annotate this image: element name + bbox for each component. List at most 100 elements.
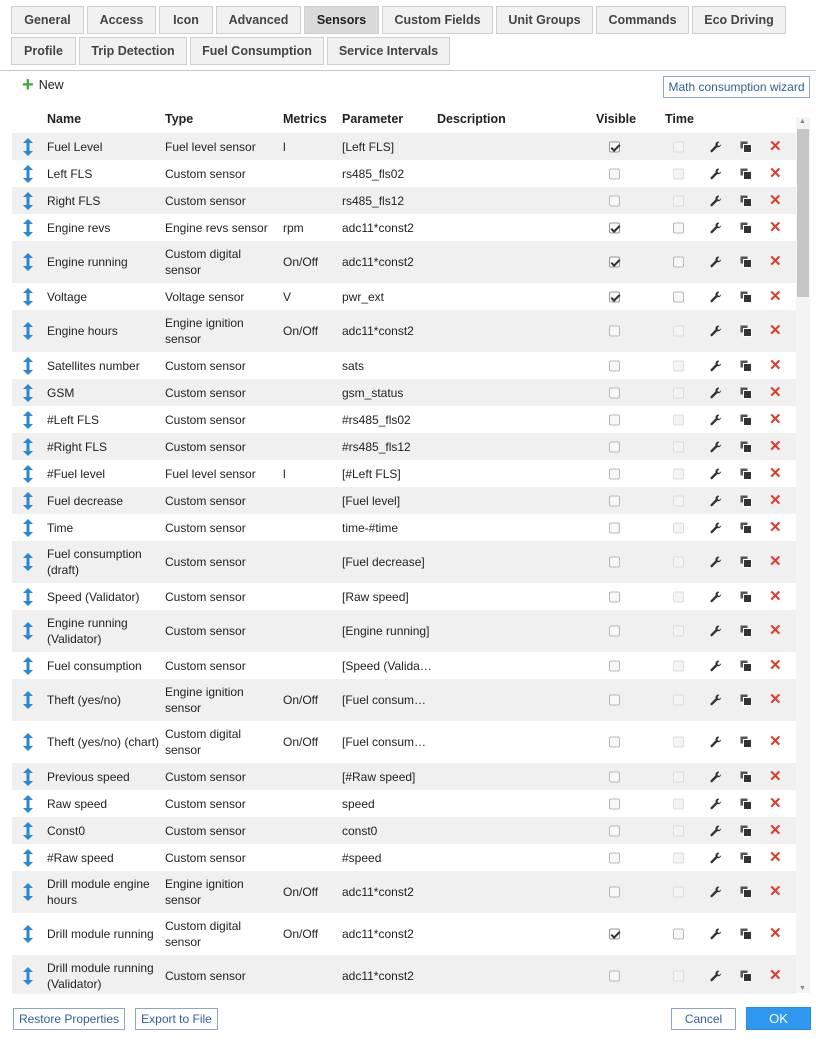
visible-checkbox[interactable] [609, 694, 620, 706]
time-checkbox[interactable] [673, 928, 684, 940]
drag-handle-icon[interactable] [21, 191, 35, 210]
scroll-down-icon[interactable]: ▼ [799, 985, 806, 992]
column-header-metrics[interactable]: Metrics [283, 112, 327, 126]
copy-icon[interactable] [740, 360, 752, 372]
table-row[interactable]: Time Custom sensor time-#time ✕ [12, 514, 796, 541]
wrench-icon[interactable] [710, 140, 722, 153]
wrench-icon[interactable] [710, 256, 722, 268]
copy-icon[interactable] [740, 168, 752, 180]
copy-icon[interactable] [740, 441, 752, 453]
tab-service-intervals[interactable]: Service Intervals [327, 37, 450, 65]
drag-handle-icon[interactable] [21, 464, 35, 483]
ok-button[interactable]: OK [746, 1007, 811, 1030]
drag-handle-icon[interactable] [21, 322, 35, 340]
wrench-icon[interactable] [710, 521, 722, 534]
wrench-icon[interactable] [710, 290, 722, 303]
table-row[interactable]: Fuel Level Fuel level sensor l [Left FLS] ✕ [12, 133, 796, 160]
wrench-icon[interactable] [710, 556, 722, 568]
copy-icon[interactable] [740, 591, 752, 603]
copy-icon[interactable] [740, 660, 752, 672]
wrench-icon[interactable] [710, 625, 722, 637]
copy-icon[interactable] [740, 556, 752, 568]
visible-checkbox[interactable] [609, 852, 620, 863]
table-row[interactable]: Engine revs Engine revs sensor rpm adc11*co… [12, 214, 796, 241]
table-row[interactable]: Raw speed Custom sensor speed ✕ [12, 790, 796, 817]
copy-icon[interactable] [740, 736, 752, 748]
tab-unit-groups[interactable]: Unit Groups [496, 6, 593, 34]
visible-checkbox[interactable] [609, 222, 620, 233]
visible-checkbox[interactable] [609, 798, 620, 809]
table-row[interactable]: Theft (yes/no) (chart) Custom digital sen… [12, 721, 796, 763]
delete-icon[interactable]: ✕ [769, 768, 782, 785]
time-checkbox[interactable] [673, 291, 684, 302]
delete-icon[interactable]: ✕ [769, 465, 782, 482]
drag-handle-icon[interactable] [21, 218, 35, 237]
delete-icon[interactable]: ✕ [769, 623, 782, 639]
table-row[interactable]: Fuel consumption (draft) Custom sensor [Fu… [12, 541, 796, 583]
visible-checkbox[interactable] [609, 825, 620, 836]
copy-icon[interactable] [740, 852, 752, 864]
visible-checkbox[interactable] [609, 468, 620, 479]
column-header-parameter[interactable]: Parameter [342, 112, 403, 126]
visible-checkbox[interactable] [609, 141, 620, 152]
table-row[interactable]: #Raw speed Custom sensor #speed ✕ [12, 844, 796, 871]
delete-icon[interactable]: ✕ [769, 849, 782, 866]
visible-checkbox[interactable] [609, 591, 620, 602]
tab-custom-fields[interactable]: Custom Fields [382, 6, 493, 34]
copy-icon[interactable] [740, 256, 752, 268]
table-row[interactable]: Drill module running (Validator) Custom s… [12, 955, 796, 994]
wrench-icon[interactable] [710, 970, 722, 982]
delete-icon[interactable]: ✕ [769, 411, 782, 428]
delete-icon[interactable]: ✕ [769, 384, 782, 401]
wrench-icon[interactable] [710, 694, 722, 706]
visible-checkbox[interactable] [609, 168, 620, 179]
drag-handle-icon[interactable] [21, 821, 35, 840]
column-header-type[interactable]: Type [165, 112, 193, 126]
tab-icon[interactable]: Icon [159, 6, 213, 34]
delete-icon[interactable]: ✕ [769, 734, 782, 750]
wrench-icon[interactable] [710, 590, 722, 603]
drag-handle-icon[interactable] [21, 437, 35, 456]
tab-fuel-consumption[interactable]: Fuel Consumption [190, 37, 324, 65]
drag-handle-icon[interactable] [21, 767, 35, 786]
table-row[interactable]: Engine hours Engine ignition sensor On/Off… [12, 310, 796, 352]
wrench-icon[interactable] [710, 736, 722, 748]
delete-icon[interactable]: ✕ [769, 254, 782, 270]
delete-icon[interactable]: ✕ [769, 165, 782, 182]
wrench-icon[interactable] [710, 494, 722, 507]
drag-handle-icon[interactable] [21, 794, 35, 813]
wrench-icon[interactable] [710, 851, 722, 864]
delete-icon[interactable]: ✕ [769, 323, 782, 339]
delete-icon[interactable]: ✕ [769, 588, 782, 605]
table-row[interactable]: Right FLS Custom sensor rs485_fls12 ✕ [12, 187, 796, 214]
table-row[interactable]: Previous speed Custom sensor [#Raw speed] ✕ [12, 763, 796, 790]
copy-icon[interactable] [740, 825, 752, 837]
copy-icon[interactable] [740, 195, 752, 207]
tab-access[interactable]: Access [87, 6, 156, 34]
delete-icon[interactable]: ✕ [769, 138, 782, 155]
delete-icon[interactable]: ✕ [769, 192, 782, 209]
visible-checkbox[interactable] [609, 886, 620, 898]
copy-icon[interactable] [740, 468, 752, 480]
wrench-icon[interactable] [710, 659, 722, 672]
visible-checkbox[interactable] [609, 625, 620, 637]
visible-checkbox[interactable] [609, 256, 620, 268]
drag-handle-icon[interactable] [21, 925, 35, 943]
copy-icon[interactable] [740, 325, 752, 337]
drag-handle-icon[interactable] [21, 164, 35, 183]
wrench-icon[interactable] [710, 440, 722, 453]
math-consumption-wizard-button[interactable]: Math consumption wizard [663, 76, 810, 98]
cancel-button[interactable]: Cancel [671, 1008, 736, 1030]
table-row[interactable]: GSM Custom sensor gsm_status ✕ [12, 379, 796, 406]
copy-icon[interactable] [740, 970, 752, 982]
drag-handle-icon[interactable] [21, 287, 35, 306]
delete-icon[interactable]: ✕ [769, 822, 782, 839]
column-header-visible[interactable]: Visible [596, 112, 636, 126]
drag-handle-icon[interactable] [21, 587, 35, 606]
delete-icon[interactable]: ✕ [769, 288, 782, 305]
drag-handle-icon[interactable] [21, 733, 35, 751]
visible-checkbox[interactable] [609, 970, 620, 982]
wrench-icon[interactable] [710, 386, 722, 399]
visible-checkbox[interactable] [609, 660, 620, 671]
drag-handle-icon[interactable] [21, 410, 35, 429]
